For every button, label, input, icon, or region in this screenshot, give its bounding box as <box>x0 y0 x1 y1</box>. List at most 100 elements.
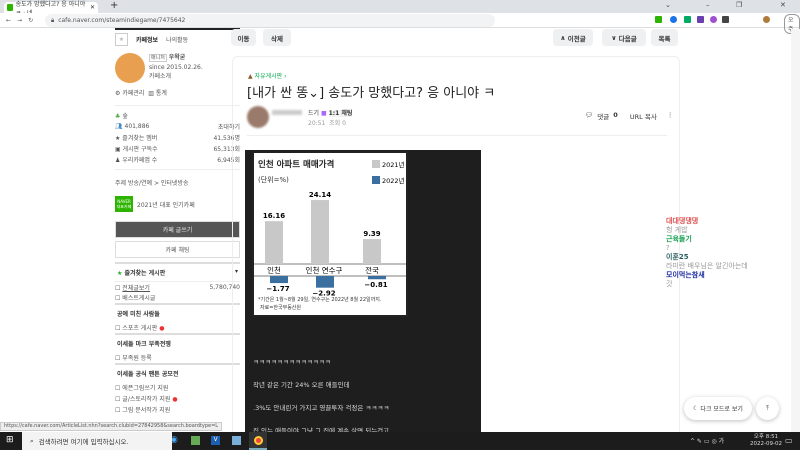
chart-title: 인천 아파트 매매가격 <box>258 159 334 170</box>
post-text-line: 작년 같은 기간 24% 오른 애들인데 <box>253 381 350 389</box>
vegas-icon[interactable]: V <box>211 436 220 445</box>
legend-label-2021: 2021년 <box>382 160 405 169</box>
chrome-icon <box>253 436 263 445</box>
extension-icon[interactable] <box>722 16 729 23</box>
comment-author: 근육돌기 <box>666 235 692 243</box>
status-bar-url: https://cafe.naver.com/ArticleList.nhn?s… <box>0 422 223 431</box>
data-label-2022: −0.81 <box>364 281 387 289</box>
url-copy-button[interactable]: URL 복사 <box>630 111 657 121</box>
forward-icon[interactable]: → <box>17 17 22 24</box>
prev-post-button[interactable]: ∧ 이전글 <box>553 29 593 46</box>
scroll-top-button[interactable]: ⤒ <box>756 397 779 420</box>
tray-icons[interactable]: ^ ✎ ▭ ◎ 가 <box>690 436 724 445</box>
avatar[interactable] <box>763 16 770 23</box>
data-label-2021: 9.39 <box>363 230 380 238</box>
restore-icon[interactable]: ❐ <box>736 1 742 9</box>
move-button[interactable]: 이동 <box>231 29 256 46</box>
bar-2021 <box>363 239 381 264</box>
star-icon[interactable]: ★ <box>115 32 128 46</box>
manager-name[interactable]: 우왁굳 <box>169 54 186 61</box>
data-label-2021: 16.16 <box>263 212 285 220</box>
bar-chart: 인천 아파트 매매가격 (단위=%) 2021년 2022년 16.16 −1.7… <box>254 159 406 311</box>
new-tab-icon[interactable]: + <box>110 0 118 11</box>
poop-icon: ▲ <box>248 73 253 80</box>
all-posts-link[interactable]: 전체글보기 <box>122 285 150 292</box>
moon-icon: ☾ <box>693 405 699 412</box>
post-text-line: .3%도 안내린거 가지고 영끌투자 걱정은 ㅋㅋㅋㅋ <box>253 404 390 412</box>
naver-cafe-favicon <box>7 4 13 11</box>
extension-icon[interactable] <box>697 16 704 23</box>
extension-icon[interactable] <box>710 16 717 23</box>
tribe-register-link[interactable]: 부족원 등록 <box>122 355 152 362</box>
category-label: 전국 <box>365 265 379 275</box>
delete-button[interactable]: 삭제 <box>263 29 291 46</box>
app-icon[interactable] <box>232 436 241 445</box>
close-tab-icon[interactable]: ✕ <box>90 4 95 11</box>
extension-icon[interactable] <box>670 16 677 23</box>
cafe-sidebar: ★ 카페정보 나의활동 매니저 우왁굳 since 2015.02.26. 카페소개… <box>115 28 240 432</box>
more-icon[interactable]: ⋮ <box>667 111 674 121</box>
extension-icon[interactable] <box>684 16 691 23</box>
author-avatar[interactable] <box>247 106 269 128</box>
browser-tab[interactable]: 송도가 망했다고? 응 아니야 ㅋ : 네✕ <box>4 1 98 17</box>
legend-swatch-2021 <box>372 160 380 168</box>
tree-icon: ♣ <box>115 113 121 120</box>
clock-date: 2022-09-02 <box>750 441 782 447</box>
best-posts-link[interactable]: 베스트게시글 <box>122 295 155 302</box>
comment-author: 모이먹는참새 <box>666 271 705 279</box>
gear-icon: ⚙ <box>115 90 121 97</box>
extension-icon[interactable] <box>655 16 662 23</box>
address-bar-row: ← → ↻ 🔒︎ cafe.naver.com/steamindiegame/7475… <box>0 13 800 34</box>
bar-2022 <box>270 276 288 284</box>
data-label-2022: −1.77 <box>266 285 289 293</box>
bar-2021 <box>265 221 283 264</box>
data-label-2021: 24.14 <box>309 191 331 199</box>
chat-overlay: 대대댕댕댕 헝 게밥 근육돌기? 이훈25 라미란 배우님은 알긴아는데 모이먹는참… <box>666 217 748 288</box>
comments-link[interactable]: 댓글 <box>597 111 609 121</box>
write-post-button[interactable]: 카페 글쓰기 <box>115 221 240 238</box>
post-text-line: ㅋㅋㅋㅋㅋㅋㅋㅋㅋㅋㅋㅋㅋ <box>253 358 331 366</box>
legend-swatch-2022 <box>372 176 380 184</box>
legend-label-2022: 2022년 <box>382 176 405 185</box>
search-icon: ⌕ <box>30 436 34 445</box>
cafe-intro-link[interactable]: 카페소개 <box>149 73 171 80</box>
cafe-logo <box>115 53 145 83</box>
arrow-up-icon: ⤒ <box>766 404 769 412</box>
comment-author: 대대댕댕댕 <box>666 217 699 225</box>
back-icon[interactable]: ← <box>6 17 11 24</box>
chat-button[interactable]: 1:1 채팅 <box>328 110 353 117</box>
bar-2021 <box>311 200 329 264</box>
board-link[interactable]: ▲ 자유게시판 › <box>248 71 286 80</box>
close-window-icon[interactable]: ✕ <box>780 1 786 9</box>
tab-cafe-info[interactable]: 카페정보 <box>136 35 158 44</box>
cafe-chat-button[interactable]: 카페 채팅 <box>115 241 240 258</box>
post-title: [내가 싼 똥⌄] 송도가 망했다고? 응 아니야 ㅋ <box>247 86 496 101</box>
sports-board-link[interactable]: 스포츠 게시판 <box>122 325 157 332</box>
star-icon: ★ <box>117 270 123 277</box>
windows-start-icon[interactable]: ⊞ <box>6 435 14 445</box>
naver-badge-icon: NAVER 대표카페 <box>115 196 133 212</box>
chart-unit: (단위=%) <box>258 175 289 184</box>
comment-icon: 💬︎ <box>585 111 594 119</box>
list-button[interactable]: 목록 <box>651 29 678 46</box>
minimize-icon[interactable]: – <box>706 1 710 9</box>
taskbar-search-input[interactable]: ⌕ 검색하려면 여기에 입력하십시오. <box>22 432 172 450</box>
url-field[interactable]: 🔒︎ cafe.naver.com/steamindiegame/7475642 <box>45 14 495 27</box>
minecraft-icon[interactable] <box>191 436 200 445</box>
category-label: 인천 <box>267 265 281 275</box>
tab-search-icon[interactable]: ⌄ <box>665 1 671 9</box>
bar-2022 <box>368 276 386 280</box>
comment-author: 이훈25 <box>666 253 689 261</box>
reload-icon[interactable]: ↻ <box>28 17 33 24</box>
tab-bar: 송도가 망했다고? 응 아니야 ㅋ : 네✕ + ⌄ – ❐ ✕ <box>0 0 800 17</box>
author-name-blurred[interactable] <box>272 110 302 115</box>
scrollbar[interactable] <box>791 29 800 432</box>
chart-source: 자료=한국부동산원 <box>260 304 301 311</box>
chrome-taskbar-button[interactable] <box>249 432 267 450</box>
tab-my-activity[interactable]: 나의활동 <box>166 35 188 44</box>
notification-icon[interactable]: ▭ <box>785 436 793 445</box>
chart-icon: ▥ <box>148 90 154 97</box>
next-post-button[interactable]: ∨ 다음글 <box>602 29 646 46</box>
dark-mode-button[interactable]: ☾ 다크 모드로 보기 <box>684 397 752 420</box>
lock-icon: 🔒︎ <box>51 16 55 24</box>
